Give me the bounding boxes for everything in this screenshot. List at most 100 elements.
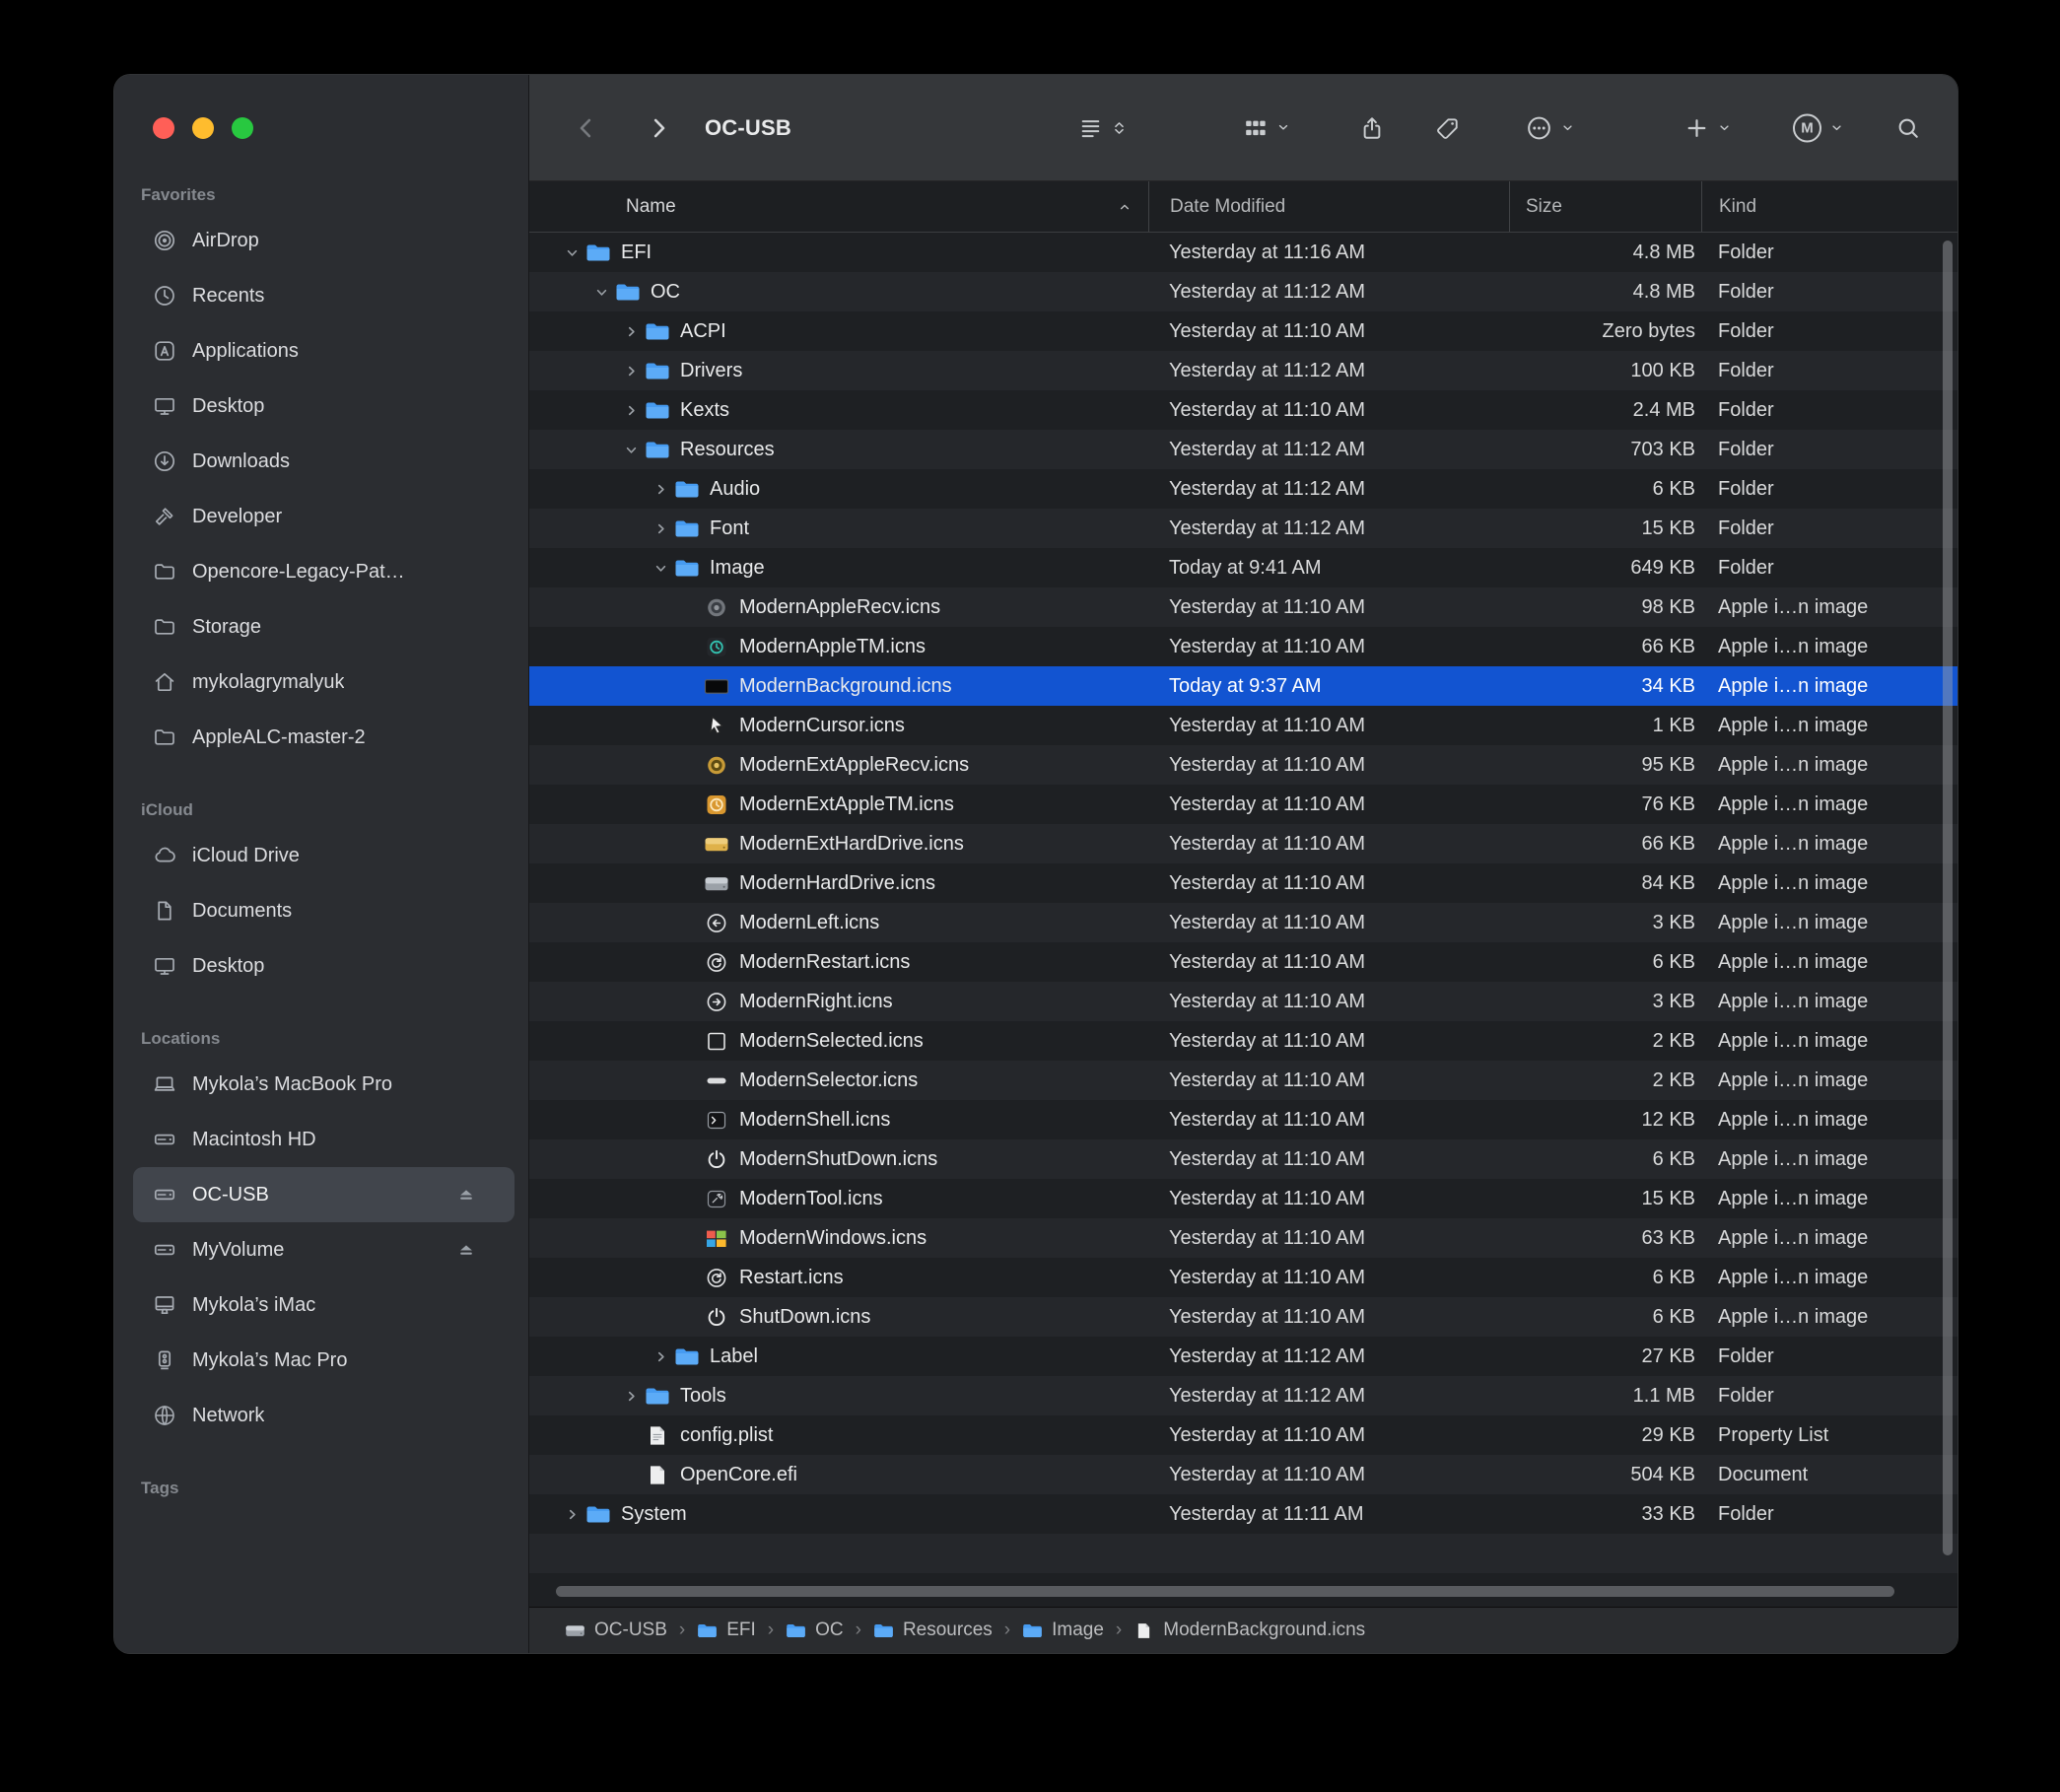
- file-row-opencore-efi[interactable]: OpenCore.efi Yesterday at 11:10 AM 504 K…: [529, 1455, 1957, 1494]
- account-button[interactable]: M: [1793, 113, 1844, 142]
- disclosure-down-icon[interactable]: [565, 245, 580, 260]
- sidebar-item-mykolagrymalyuk[interactable]: mykolagrymalyuk: [133, 655, 515, 710]
- file-row-modernright-icns[interactable]: ModernRight.icns Yesterday at 11:10 AM 3…: [529, 982, 1957, 1021]
- sidebar-item-macintosh-hd[interactable]: Macintosh HD: [133, 1112, 515, 1167]
- file-row-config-plist[interactable]: config.plist Yesterday at 11:10 AM 29 KB…: [529, 1415, 1957, 1455]
- file-row-modernextharddrive-icns[interactable]: ModernExtHardDrive.icns Yesterday at 11:…: [529, 824, 1957, 863]
- view-options-button[interactable]: [1078, 115, 1128, 140]
- path-item-oc-usb[interactable]: OC-USB: [565, 1620, 667, 1641]
- file-row-restart-icns[interactable]: Restart.icns Yesterday at 11:10 AM 6 KB …: [529, 1258, 1957, 1297]
- file-row-oc[interactable]: OC Yesterday at 11:12 AM 4.8 MB Folder: [529, 272, 1957, 311]
- search-button[interactable]: [1896, 115, 1921, 140]
- sidebar-item-developer[interactable]: Developer: [133, 489, 515, 544]
- sidebar-item-mykola-s-mac-pro[interactable]: Mykola’s Mac Pro: [133, 1333, 515, 1388]
- disclosure-right-icon[interactable]: [653, 482, 668, 497]
- disclosure-right-icon[interactable]: [624, 324, 639, 339]
- minimize-button[interactable]: [192, 117, 214, 139]
- sidebar-item-recents[interactable]: Recents: [133, 268, 515, 323]
- more-actions-button[interactable]: [1526, 114, 1575, 141]
- file-row-modernextapplerecv-icns[interactable]: ModernExtAppleRecv.icns Yesterday at 11:…: [529, 745, 1957, 785]
- eject-icon[interactable]: [455, 1239, 477, 1261]
- sidebar-item-applications[interactable]: Applications: [133, 323, 515, 379]
- sidebar-item-mykola-s-macbook-pro[interactable]: Mykola’s MacBook Pro: [133, 1057, 515, 1112]
- file-row-tools[interactable]: Tools Yesterday at 11:12 AM 1.1 MB Folde…: [529, 1376, 1957, 1415]
- column-header-name[interactable]: Name: [529, 181, 1148, 232]
- zoom-button[interactable]: [232, 117, 253, 139]
- file-row-system[interactable]: System Yesterday at 11:11 AM 33 KB Folde…: [529, 1494, 1957, 1534]
- sidebar-item-downloads[interactable]: Downloads: [133, 434, 515, 489]
- file-row-efi[interactable]: EFI Yesterday at 11:16 AM 4.8 MB Folder: [529, 233, 1957, 272]
- sidebar-item-myvolume[interactable]: MyVolume: [133, 1222, 515, 1277]
- path-item-image[interactable]: Image: [1022, 1620, 1104, 1641]
- file-row-moderntool-icns[interactable]: ModernTool.icns Yesterday at 11:10 AM 15…: [529, 1179, 1957, 1218]
- file-row-audio[interactable]: Audio Yesterday at 11:12 AM 6 KB Folder: [529, 469, 1957, 509]
- column-header-size[interactable]: Size: [1509, 181, 1701, 232]
- sidebar-item-oc-usb[interactable]: OC-USB: [133, 1167, 515, 1222]
- group-button[interactable]: [1243, 115, 1291, 141]
- file-row-label[interactable]: Label Yesterday at 11:12 AM 27 KB Folder: [529, 1337, 1957, 1376]
- file-row-modernapplerecv-icns[interactable]: ModernAppleRecv.icns Yesterday at 11:10 …: [529, 587, 1957, 627]
- vertical-scrollbar[interactable]: [1943, 241, 1953, 1555]
- close-button[interactable]: [153, 117, 174, 139]
- file-kind: Apple i…n image: [1701, 715, 1957, 737]
- path-item-modernbackground-icns[interactable]: ModernBackground.icns: [1133, 1620, 1365, 1641]
- disclosure-right-icon[interactable]: [624, 1389, 639, 1404]
- file-row-moderncursor-icns[interactable]: ModernCursor.icns Yesterday at 11:10 AM …: [529, 706, 1957, 745]
- file-row-acpi[interactable]: ACPI Yesterday at 11:10 AM Zero bytes Fo…: [529, 311, 1957, 351]
- sidebar-item-opencore-legacy-pat[interactable]: Opencore-Legacy-Pat…: [133, 544, 515, 599]
- forward-button[interactable]: [646, 115, 671, 141]
- disclosure-right-icon[interactable]: [565, 1507, 580, 1522]
- traffic-lights: [153, 117, 253, 139]
- path-separator: ›: [768, 1620, 774, 1641]
- disclosure-right-icon[interactable]: [624, 364, 639, 379]
- back-button[interactable]: [574, 115, 599, 141]
- file-row-shutdown-icns[interactable]: ShutDown.icns Yesterday at 11:10 AM 6 KB…: [529, 1297, 1957, 1337]
- file-row-resources[interactable]: Resources Yesterday at 11:12 AM 703 KB F…: [529, 430, 1957, 469]
- file-name: ModernShutDown.icns: [739, 1148, 937, 1171]
- sidebar-item-storage[interactable]: Storage: [133, 599, 515, 655]
- file-row-drivers[interactable]: Drivers Yesterday at 11:12 AM 100 KB Fol…: [529, 351, 1957, 390]
- column-header-kind[interactable]: Kind: [1701, 181, 1957, 232]
- file-row-modernharddrive-icns[interactable]: ModernHardDrive.icns Yesterday at 11:10 …: [529, 863, 1957, 903]
- sidebar-item-documents[interactable]: Documents: [133, 883, 515, 938]
- disclosure-down-icon[interactable]: [594, 285, 609, 300]
- sidebar-item-mykola-s-imac[interactable]: Mykola’s iMac: [133, 1277, 515, 1333]
- sidebar-item-icloud-drive[interactable]: iCloud Drive: [133, 828, 515, 883]
- file-date: Yesterday at 11:10 AM: [1148, 636, 1509, 658]
- column-header-date[interactable]: Date Modified: [1148, 181, 1509, 232]
- file-name-cell: ModernHardDrive.icns: [529, 872, 1148, 895]
- file-row-modernbackground-icns[interactable]: ModernBackground.icns Today at 9:37 AM 3…: [529, 666, 1957, 706]
- file-row-modernwindows-icns[interactable]: ModernWindows.icns Yesterday at 11:10 AM…: [529, 1218, 1957, 1258]
- sidebar-item-desktop[interactable]: Desktop: [133, 938, 515, 994]
- file-row-modernselected-icns[interactable]: ModernSelected.icns Yesterday at 11:10 A…: [529, 1021, 1957, 1061]
- file-row-font[interactable]: Font Yesterday at 11:12 AM 15 KB Folder: [529, 509, 1957, 548]
- file-row-modernshell-icns[interactable]: ModernShell.icns Yesterday at 11:10 AM 1…: [529, 1100, 1957, 1139]
- add-button[interactable]: [1684, 115, 1732, 140]
- sidebar-item-label: Macintosh HD: [192, 1129, 316, 1151]
- path-item-efi[interactable]: EFI: [697, 1620, 756, 1641]
- file-row-modernextappletm-icns[interactable]: ModernExtAppleTM.icns Yesterday at 11:10…: [529, 785, 1957, 824]
- file-row-modernleft-icns[interactable]: ModernLeft.icns Yesterday at 11:10 AM 3 …: [529, 903, 1957, 942]
- disclosure-right-icon[interactable]: [624, 403, 639, 418]
- sidebar-item-network[interactable]: Network: [133, 1388, 515, 1443]
- sidebar-item-airdrop[interactable]: AirDrop: [133, 213, 515, 268]
- file-row-image[interactable]: Image Today at 9:41 AM 649 KB Folder: [529, 548, 1957, 587]
- file-row-modernrestart-icns[interactable]: ModernRestart.icns Yesterday at 11:10 AM…: [529, 942, 1957, 982]
- disclosure-down-icon[interactable]: [624, 443, 639, 457]
- sidebar-item-desktop[interactable]: Desktop: [133, 379, 515, 434]
- horizontal-scrollbar[interactable]: [556, 1586, 1894, 1597]
- tags-button[interactable]: [1436, 115, 1461, 140]
- sidebar-item-applealc-master-2[interactable]: AppleALC-master-2: [133, 710, 515, 765]
- path-item-resources[interactable]: Resources: [873, 1620, 993, 1641]
- path-item-oc[interactable]: OC: [786, 1620, 844, 1641]
- file-row-modernshutdown-icns[interactable]: ModernShutDown.icns Yesterday at 11:10 A…: [529, 1139, 1957, 1179]
- share-button[interactable]: [1359, 115, 1385, 141]
- file-size: 2.4 MB: [1509, 399, 1701, 422]
- file-row-modernappletm-icns[interactable]: ModernAppleTM.icns Yesterday at 11:10 AM…: [529, 627, 1957, 666]
- eject-icon[interactable]: [455, 1184, 477, 1206]
- file-row-kexts[interactable]: Kexts Yesterday at 11:10 AM 2.4 MB Folde…: [529, 390, 1957, 430]
- file-row-modernselector-icns[interactable]: ModernSelector.icns Yesterday at 11:10 A…: [529, 1061, 1957, 1100]
- disclosure-down-icon[interactable]: [653, 561, 668, 576]
- disclosure-right-icon[interactable]: [653, 1349, 668, 1364]
- disclosure-right-icon[interactable]: [653, 521, 668, 536]
